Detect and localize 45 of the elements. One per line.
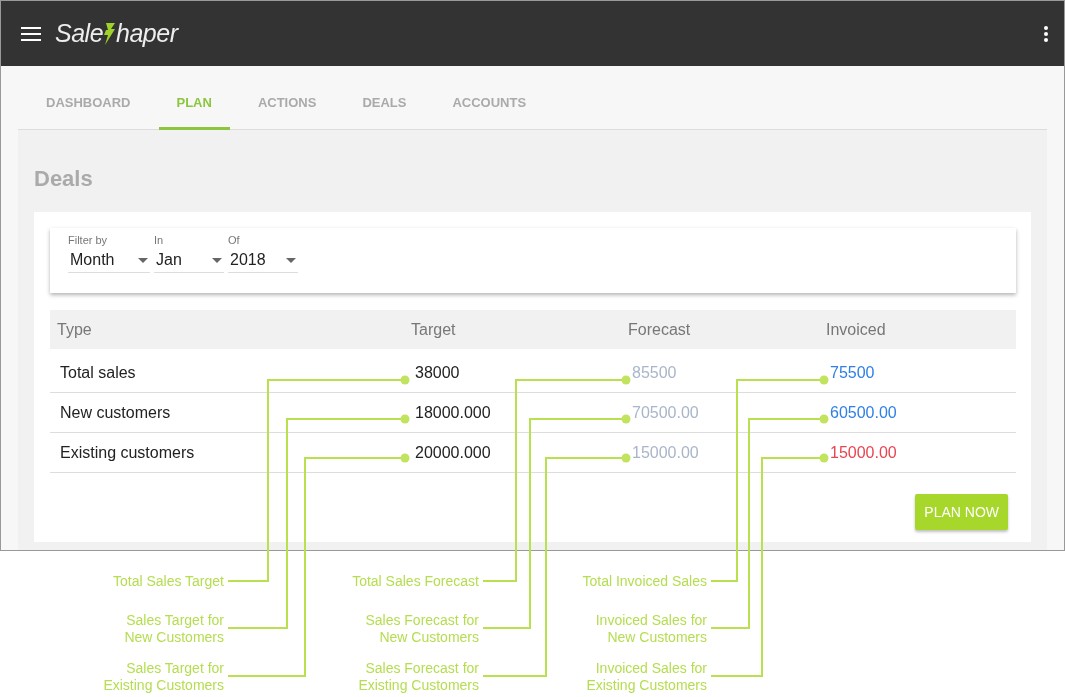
table-cell-text: 15000.00 [829, 443, 898, 462]
column-header: Type [56, 320, 93, 339]
annotation-label: Sales Target for New Customers [124, 612, 224, 646]
nav-tab[interactable]: ACTIONS [239, 66, 335, 130]
table-cell-text: 20000.000 [414, 443, 492, 462]
annotation-label: Invoiced Sales for New Customers [595, 612, 707, 646]
table-cell-text: 60500.00 [829, 403, 898, 422]
nav-tab[interactable]: DEALS [344, 66, 425, 130]
annotation-label: Sales Forecast for New Customers [365, 612, 479, 646]
more-icon[interactable] [1044, 25, 1048, 42]
table-cell-text: 18000.000 [414, 403, 492, 422]
table-cell-text: Existing customers [59, 443, 196, 462]
caret-icon [212, 257, 222, 263]
dropdown-field[interactable]: Month [68, 251, 150, 273]
menu-icon[interactable] [21, 26, 41, 41]
column-header: Invoiced [825, 320, 887, 339]
logo-text: haper [116, 19, 178, 48]
dropdown-field[interactable]: 2018 [228, 251, 298, 273]
field-label: In [154, 234, 165, 246]
annotation-label: Total Invoiced Sales [582, 573, 707, 590]
lightning-icon [103, 21, 117, 46]
nav-tab[interactable]: DASHBOARD [28, 66, 149, 130]
column-header: Target [410, 320, 457, 339]
field-label: Of [228, 234, 241, 246]
field-label: Filter by [68, 234, 109, 246]
table-cell-text: 38000 [414, 363, 461, 382]
table-cell-text: New customers [59, 403, 172, 422]
annotation-label: Invoiced Sales for Existing Customers [586, 660, 707, 694]
table-cell-text: 15000.00 [631, 443, 700, 462]
caret-icon [138, 257, 148, 263]
page-title: Deals [34, 165, 94, 193]
table-cell-text: 70500.00 [631, 403, 700, 422]
column-header: Forecast [627, 320, 692, 339]
dropdown-field[interactable]: Jan [154, 251, 224, 273]
annotation-label: Sales Forecast for Existing Customers [358, 660, 479, 694]
table-cell-text: Total sales [59, 363, 137, 382]
table-cell-text: 75500 [829, 363, 876, 382]
annotation-label: Sales Target for Existing Customers [103, 660, 224, 694]
logo-text: Sale [55, 19, 104, 48]
caret-icon [286, 257, 296, 263]
table-cell-text: 85500 [631, 363, 678, 382]
annotation-label: Total Sales Target [112, 573, 224, 590]
annotation-label: Total Sales Forecast [352, 573, 479, 590]
nav-tab[interactable]: ACCOUNTS [434, 66, 545, 130]
plan-now-button[interactable]: PLAN NOW [915, 494, 1008, 530]
